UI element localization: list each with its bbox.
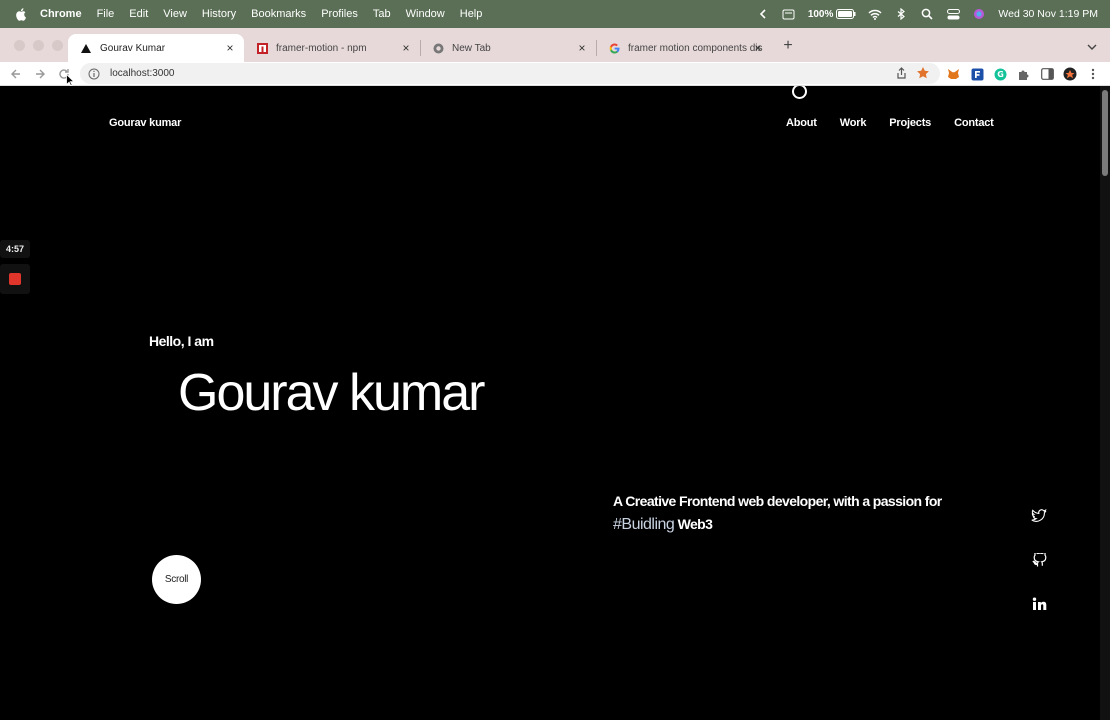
close-tab-icon[interactable]: × (400, 42, 412, 54)
tab-gourav-kumar[interactable]: Gourav Kumar × (68, 34, 244, 62)
macos-menubar: Chrome File Edit View History Bookmarks … (0, 0, 1110, 28)
chrome-icon (432, 42, 444, 54)
stop-icon (9, 273, 21, 285)
share-icon[interactable] (895, 67, 908, 80)
menu-bookmarks[interactable]: Bookmarks (251, 8, 306, 20)
hero-name: Gourav kumar (178, 364, 485, 422)
info-icon[interactable] (88, 68, 100, 80)
menu-help[interactable]: Help (460, 8, 483, 20)
scroll-button[interactable]: Scroll (152, 555, 201, 604)
menu-tab[interactable]: Tab (373, 8, 391, 20)
svg-text:G: G (997, 70, 1004, 79)
close-window-button[interactable] (14, 40, 25, 51)
zoom-window-button[interactable] (52, 40, 63, 51)
menubar-datetime[interactable]: Wed 30 Nov 1:19 PM (998, 8, 1098, 20)
tab-title: framer motion components dis (628, 42, 763, 54)
tagline-highlight: #Buidling (613, 516, 675, 533)
control-center-icon[interactable] (946, 7, 960, 21)
vercel-triangle-icon (80, 42, 92, 54)
nav-contact-link[interactable]: Contact (954, 117, 994, 129)
close-tab-icon[interactable]: × (576, 42, 588, 54)
spotlight-search-icon[interactable] (920, 7, 934, 21)
wifi-icon[interactable] (868, 7, 882, 21)
siri-icon[interactable] (972, 7, 986, 21)
arrow-right-icon (36, 69, 45, 79)
browser-tabstrip: Gourav Kumar × framer-motion - npm × New… (0, 28, 1110, 62)
hero-greeting: Hello, I am (149, 333, 214, 349)
arrow-left-icon (11, 69, 20, 79)
tab-title: framer-motion - npm (276, 42, 367, 54)
close-tab-icon[interactable]: × (752, 42, 764, 54)
menu-view[interactable]: View (163, 8, 187, 20)
url-text[interactable]: localhost:3000 (110, 68, 175, 79)
menu-profiles[interactable]: Profiles (321, 8, 358, 20)
metamask-extension-icon[interactable] (946, 67, 960, 81)
bookmark-star-icon[interactable] (916, 66, 930, 80)
menu-app-name[interactable]: Chrome (40, 8, 82, 20)
hero-tagline: A Creative Frontend web developer, with … (613, 490, 973, 536)
address-bar[interactable]: localhost:3000 (80, 63, 940, 84)
screen-icon[interactable] (782, 7, 796, 21)
apple-icon[interactable] (14, 7, 28, 21)
page-scrollbar[interactable] (1100, 86, 1110, 720)
battery-percent: 100% (807, 8, 834, 20)
new-tab-button[interactable]: + (780, 38, 796, 54)
page-scrollbar-thumb[interactable] (1102, 90, 1108, 176)
site-nav: About Work Projects Contact (786, 117, 1017, 129)
tab-new-tab[interactable]: New Tab × (420, 34, 596, 62)
minimize-window-button[interactable] (33, 40, 44, 51)
linkedin-icon[interactable] (1030, 595, 1048, 613)
window-controls (14, 40, 71, 51)
mouse-pointer-icon (66, 74, 74, 86)
menu-file[interactable]: File (97, 8, 115, 20)
close-tab-icon[interactable]: × (224, 42, 236, 54)
forward-button[interactable] (32, 66, 48, 82)
recording-timer: 4:57 (0, 240, 30, 258)
nav-projects-link[interactable]: Projects (889, 117, 931, 129)
tab-search-chevron-icon[interactable] (1086, 40, 1098, 52)
nav-work-link[interactable]: Work (840, 117, 867, 129)
side-panel-icon[interactable] (1040, 67, 1054, 81)
bluetooth-icon[interactable] (894, 7, 908, 21)
tagline-main: A Creative Frontend web developer, with … (613, 493, 942, 509)
profile-avatar-icon[interactable] (1063, 67, 1077, 81)
npm-icon (256, 42, 268, 54)
tab-title: Gourav Kumar (100, 42, 166, 54)
battery-icon[interactable] (836, 7, 856, 21)
google-icon (608, 42, 620, 54)
stop-recording-button[interactable] (0, 264, 30, 294)
menu-history[interactable]: History (202, 8, 236, 20)
browser-toolbar: localhost:3000 G (0, 62, 1110, 86)
site-brand[interactable]: Gourav kumar (109, 117, 181, 129)
nav-about-link[interactable]: About (786, 117, 817, 129)
tab-framer-motion-components[interactable]: framer motion components dis × (596, 34, 772, 62)
grammarly-extension-icon[interactable]: G (993, 67, 1007, 81)
tab-title: New Tab (452, 42, 491, 54)
back-button[interactable] (8, 66, 24, 82)
tagline-end: Web3 (677, 516, 713, 532)
github-icon[interactable] (1030, 551, 1048, 569)
menu-window[interactable]: Window (406, 8, 445, 20)
menubar-status-area: 100% Wed 30 Nov 1:19 PM (744, 0, 1098, 28)
more-menu-icon[interactable] (1086, 67, 1100, 81)
twitter-icon[interactable] (1030, 507, 1048, 525)
chevron-left-icon[interactable] (756, 7, 770, 21)
extension-f-icon[interactable] (970, 67, 984, 81)
menu-edit[interactable]: Edit (129, 8, 148, 20)
tab-framer-motion-npm[interactable]: framer-motion - npm × (244, 34, 420, 62)
custom-cursor-ring (792, 86, 807, 99)
page-viewport: Gourav kumar About Work Projects Contact… (0, 86, 1100, 720)
extensions-puzzle-icon[interactable] (1016, 67, 1030, 81)
